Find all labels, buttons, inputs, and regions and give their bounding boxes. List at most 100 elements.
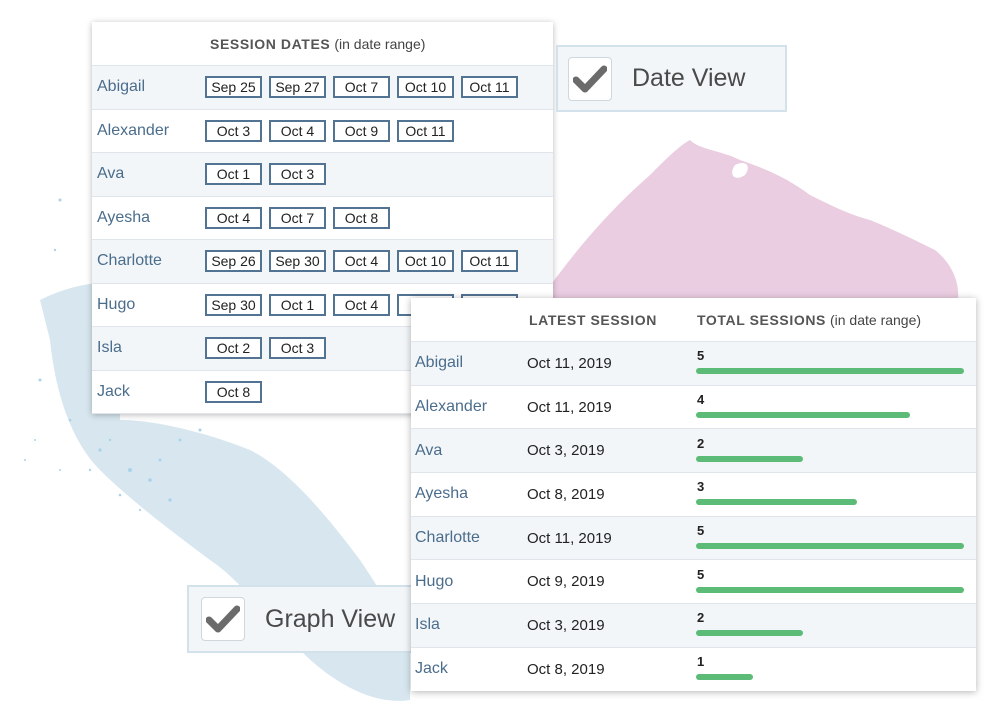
student-name[interactable]: Jack [92, 383, 205, 401]
latest-session-date: Oct 3, 2019 [527, 442, 605, 460]
total-sessions-count: 4 [697, 392, 705, 408]
latest-session-date: Oct 11, 2019 [527, 354, 612, 372]
session-date-chip[interactable]: Oct 7 [269, 206, 326, 229]
session-date-chip[interactable]: Sep 26 [205, 250, 262, 273]
session-dates-subtitle: (in date range) [334, 35, 426, 52]
total-sessions-bar [696, 412, 910, 419]
session-date-chip[interactable]: Oct 2 [205, 337, 262, 360]
session-date-chip[interactable]: Sep 27 [269, 76, 326, 99]
session-date-chip[interactable]: Oct 1 [269, 293, 326, 316]
total-sessions-count: 2 [697, 435, 705, 451]
latest-session-date: Oct 9, 2019 [527, 573, 605, 591]
total-sessions-column-header: TOTAL SESSIONS [697, 311, 826, 328]
student-name[interactable]: Ayesha [92, 209, 205, 227]
total-sessions-count: 1 [697, 654, 705, 670]
total-sessions-cell: 5 [695, 567, 976, 597]
student-name[interactable]: Charlotte [411, 529, 527, 547]
session-date-chips: Oct 2 Oct 3 [205, 337, 326, 360]
student-name[interactable]: Charlotte [92, 252, 205, 270]
session-date-chip[interactable]: Oct 10 [397, 76, 454, 99]
total-sessions-subtitle: (in date range) [829, 311, 922, 328]
total-sessions-cell: 1 [695, 654, 976, 684]
graph-row: Ayesha Oct 8, 2019 3 [411, 473, 976, 517]
total-sessions-bar [696, 368, 964, 375]
session-date-chip[interactable]: Oct 11 [397, 119, 454, 142]
latest-session-date: Oct 8, 2019 [527, 660, 605, 678]
pink-paint-splash [540, 140, 959, 300]
session-date-chips: Oct 1 Oct 3 [205, 163, 326, 186]
graph-row: Alexander Oct 11, 2019 4 [411, 385, 976, 430]
student-name[interactable]: Ayesha [411, 485, 527, 503]
total-sessions-count: 5 [697, 566, 705, 582]
graph-row: Abigail Oct 11, 2019 5 [411, 342, 976, 386]
session-date-chips: Oct 3 Oct 4 Oct 9 Oct 11 [205, 119, 454, 142]
session-date-chip[interactable]: Oct 10 [397, 250, 454, 273]
session-date-chip[interactable]: Oct 11 [461, 250, 518, 273]
session-date-chip[interactable]: Oct 11 [461, 76, 518, 99]
session-date-chip[interactable]: Sep 25 [205, 76, 262, 99]
total-sessions-bar [696, 586, 964, 593]
session-date-chip[interactable]: Oct 4 [269, 119, 326, 142]
session-date-chip[interactable]: Oct 7 [333, 76, 390, 99]
session-dates-header: SESSION DATES (in date range) [92, 22, 553, 66]
latest-session-date: Oct 3, 2019 [527, 616, 605, 634]
total-sessions-count: 3 [697, 479, 705, 495]
total-sessions-cell: 4 [695, 392, 976, 422]
session-date-chip[interactable]: Oct 8 [205, 380, 262, 403]
total-sessions-count: 5 [697, 348, 705, 364]
total-sessions-bar [696, 455, 803, 462]
session-date-chip[interactable]: Sep 30 [269, 250, 326, 273]
latest-session-column-header: LATEST SESSION [529, 311, 657, 328]
student-name[interactable]: Alexander [411, 398, 527, 416]
student-name[interactable]: Jack [411, 660, 527, 678]
session-date-chips: Sep 25 Sep 27 Oct 7 Oct 10 Oct 11 [205, 76, 518, 99]
session-date-chip[interactable]: Oct 4 [333, 250, 390, 273]
student-name[interactable]: Hugo [92, 296, 205, 314]
student-name[interactable]: Alexander [92, 122, 205, 140]
student-name[interactable]: Ava [92, 165, 205, 183]
session-date-chips: Oct 4 Oct 7 Oct 8 [205, 206, 390, 229]
graph-row: Hugo Oct 9, 2019 5 [411, 560, 976, 605]
latest-session-date: Oct 11, 2019 [527, 529, 612, 547]
total-sessions-bar [696, 543, 964, 550]
total-sessions-count: 5 [697, 523, 705, 539]
date-row: Charlotte Sep 26 Sep 30 Oct 4 Oct 10 Oct 11 [92, 240, 553, 284]
total-sessions-bar [696, 674, 753, 681]
total-sessions-bar [696, 630, 803, 637]
session-date-chip[interactable]: Oct 4 [333, 293, 390, 316]
total-sessions-panel: LATEST SESSION TOTAL SESSIONS (in date r… [411, 298, 976, 691]
graph-view-toggle[interactable]: Graph View [187, 585, 417, 653]
date-row: Ava Oct 1 Oct 3 [92, 153, 553, 197]
date-row: Ayesha Oct 4 Oct 7 Oct 8 [92, 196, 553, 240]
session-date-chip[interactable]: Oct 3 [269, 337, 326, 360]
total-sessions-header: LATEST SESSION TOTAL SESSIONS (in date r… [411, 298, 976, 342]
session-dates-title: SESSION DATES [210, 35, 331, 52]
graph-row: Jack Oct 8, 2019 1 [411, 647, 976, 691]
total-sessions-cell: 5 [695, 523, 976, 553]
total-sessions-bar [696, 499, 857, 506]
date-view-toggle[interactable]: Date View [556, 45, 787, 112]
checkmark-icon [573, 65, 607, 92]
date-view-label: Date View [632, 64, 746, 92]
graph-row: Charlotte Oct 11, 2019 5 [411, 516, 976, 561]
student-name[interactable]: Isla [411, 616, 527, 634]
student-name[interactable]: Abigail [92, 78, 205, 96]
student-name[interactable]: Ava [411, 442, 527, 460]
student-name[interactable]: Isla [92, 339, 205, 357]
session-date-chips: Sep 26 Sep 30 Oct 4 Oct 10 Oct 11 [205, 250, 518, 273]
total-sessions-cell: 3 [695, 479, 976, 509]
latest-session-date: Oct 8, 2019 [527, 485, 605, 503]
total-sessions-cell: 5 [695, 348, 976, 378]
session-date-chip[interactable]: Oct 4 [205, 206, 262, 229]
date-row: Alexander Oct 3 Oct 4 Oct 9 Oct 11 [92, 109, 553, 153]
student-name[interactable]: Abigail [411, 354, 527, 372]
session-date-chip[interactable]: Sep 30 [205, 293, 262, 316]
date-view-checkbox[interactable] [568, 56, 612, 101]
session-date-chip[interactable]: Oct 3 [269, 163, 326, 186]
student-name[interactable]: Hugo [411, 573, 527, 591]
session-date-chip[interactable]: Oct 3 [205, 119, 262, 142]
graph-view-checkbox[interactable] [201, 597, 245, 641]
session-date-chip[interactable]: Oct 9 [333, 119, 390, 142]
session-date-chip[interactable]: Oct 1 [205, 163, 262, 186]
session-date-chip[interactable]: Oct 8 [333, 206, 390, 229]
